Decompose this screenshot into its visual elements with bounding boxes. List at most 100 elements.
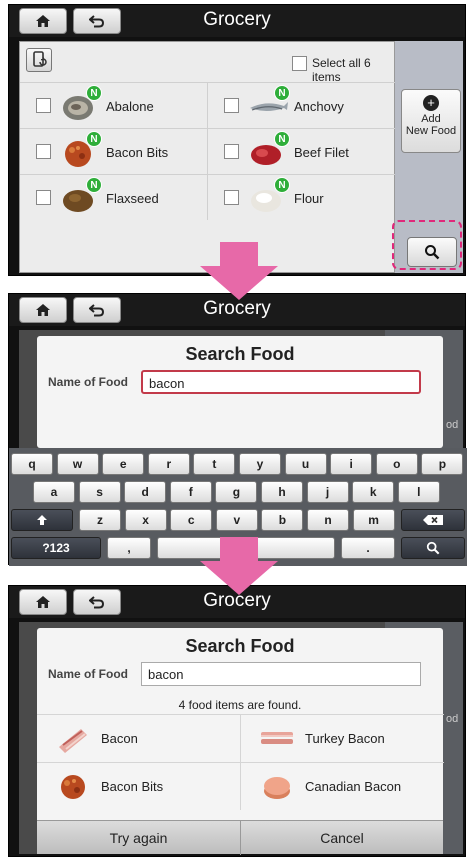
name-of-food-label: Name of Food: [48, 375, 128, 389]
search-food-dialog: Search Food Name of Food bacon: [37, 336, 443, 448]
title-bar: Grocery: [9, 5, 465, 37]
key-l[interactable]: l: [397, 481, 440, 503]
result-item-canadian-bacon[interactable]: Canadian Bacon: [241, 762, 444, 810]
new-badge: N: [274, 177, 290, 193]
search-button-highlight: [392, 220, 462, 270]
key-g[interactable]: g: [215, 481, 258, 503]
symbols-key[interactable]: ?123: [11, 537, 101, 559]
item-checkbox[interactable]: [224, 190, 239, 205]
search-key[interactable]: [401, 537, 465, 559]
new-badge: N: [274, 131, 290, 147]
food-name-input[interactable]: bacon: [141, 662, 421, 686]
key-p[interactable]: p: [421, 453, 464, 475]
new-badge: N: [274, 85, 290, 101]
dialog-title: Search Food: [185, 344, 295, 364]
key-z[interactable]: z: [79, 509, 121, 531]
page-title: Grocery: [203, 9, 271, 30]
results-count-text: 4 food items are found.: [178, 698, 302, 712]
key-q[interactable]: q: [11, 453, 53, 475]
result-name: Bacon Bits: [101, 779, 164, 794]
key-e[interactable]: e: [102, 453, 145, 475]
key-b[interactable]: b: [261, 509, 304, 531]
phone-refresh-icon: [33, 51, 47, 67]
item-checkbox[interactable]: [36, 98, 51, 113]
key-v[interactable]: v: [215, 509, 258, 531]
period-key[interactable]: .: [341, 537, 395, 559]
shift-icon: [37, 515, 47, 525]
new-badge: N: [86, 177, 102, 193]
comma-key[interactable]: ,: [107, 537, 151, 559]
food-name: Flaxseed: [106, 191, 159, 206]
search-results-screen: Grocery od Search Food Name of Food baco…: [8, 585, 466, 857]
try-again-button[interactable]: Try again: [37, 821, 240, 855]
key-x[interactable]: x: [124, 509, 167, 531]
key-f[interactable]: f: [169, 481, 212, 503]
food-name: Bacon Bits: [106, 145, 169, 160]
key-i[interactable]: i: [330, 453, 373, 475]
plus-icon: +: [423, 95, 439, 111]
food-name: Abalone: [106, 99, 154, 114]
key-w[interactable]: w: [56, 453, 99, 475]
food-item-flour[interactable]: N Flour: [208, 174, 395, 220]
keyboard-row-3: zxcvbnm: [9, 509, 467, 533]
key-t[interactable]: t: [193, 453, 236, 475]
food-item-abalone[interactable]: N Abalone: [20, 82, 207, 128]
key-s[interactable]: s: [78, 481, 121, 503]
food-item-flaxseed[interactable]: N Flaxseed: [20, 174, 207, 220]
food-name: Beef Filet: [294, 145, 349, 160]
key-m[interactable]: m: [352, 509, 395, 531]
food-item-anchovy[interactable]: N Anchovy: [208, 82, 395, 128]
results-divider: [240, 714, 241, 810]
food-list-area: Select all 6 items N Abalone N Anchovy N…: [19, 41, 395, 273]
add-label-line2: New Food: [405, 125, 457, 137]
dialog-button-bar: Try again Cancel: [37, 820, 443, 855]
dialog-title: Search Food: [185, 636, 295, 656]
bacon-image: [59, 729, 87, 753]
keyboard-row-2: asdfghjkl: [9, 481, 467, 505]
key-c[interactable]: c: [170, 509, 213, 531]
result-name: Bacon: [101, 731, 138, 746]
food-name: Flour: [294, 191, 324, 206]
search-icon: [426, 541, 440, 555]
result-name: Turkey Bacon: [305, 731, 385, 746]
refresh-button[interactable]: [26, 48, 52, 72]
key-h[interactable]: h: [261, 481, 303, 503]
keyboard-row-1: qwertyuiop: [9, 453, 467, 477]
backspace-icon: [423, 515, 443, 525]
select-all-label: Select all 6 items: [312, 56, 371, 84]
add-label-line1: Add: [421, 113, 441, 125]
shift-key[interactable]: [11, 509, 73, 531]
result-item-bacon-bits[interactable]: Bacon Bits: [37, 762, 240, 810]
canadian-bacon-image: [264, 777, 290, 799]
key-k[interactable]: k: [352, 481, 395, 503]
backspace-key[interactable]: [401, 509, 465, 531]
turkey-bacon-image: [261, 732, 293, 744]
background-text-fragment: od: [446, 713, 459, 725]
key-a[interactable]: a: [33, 481, 75, 503]
add-new-food-button[interactable]: + Add New Food: [401, 89, 461, 153]
new-badge: N: [86, 131, 102, 147]
key-n[interactable]: n: [307, 509, 349, 531]
key-u[interactable]: u: [284, 453, 327, 475]
page-title: Grocery: [203, 298, 271, 319]
key-r[interactable]: r: [147, 453, 190, 475]
key-o[interactable]: o: [375, 453, 418, 475]
food-item-bacon-bits[interactable]: N Bacon Bits: [20, 128, 207, 174]
key-y[interactable]: y: [239, 453, 281, 475]
food-item-beef-filet[interactable]: N Beef Filet: [208, 128, 395, 174]
key-j[interactable]: j: [306, 481, 349, 503]
item-checkbox[interactable]: [36, 144, 51, 159]
search-keyboard-screen: Grocery od Search Food Name of Food baco…: [8, 293, 467, 566]
select-all-checkbox[interactable]: [292, 56, 307, 71]
cancel-button[interactable]: Cancel: [240, 821, 443, 855]
new-badge: N: [86, 85, 102, 101]
item-checkbox[interactable]: [36, 190, 51, 205]
background-text-fragment: od: [446, 419, 459, 431]
result-item-bacon[interactable]: Bacon: [37, 714, 240, 762]
key-d[interactable]: d: [124, 481, 167, 503]
result-name: Canadian Bacon: [305, 779, 402, 794]
result-item-turkey-bacon[interactable]: Turkey Bacon: [241, 714, 444, 762]
food-name-input[interactable]: bacon: [141, 370, 421, 394]
item-checkbox[interactable]: [224, 144, 239, 159]
item-checkbox[interactable]: [224, 98, 239, 113]
